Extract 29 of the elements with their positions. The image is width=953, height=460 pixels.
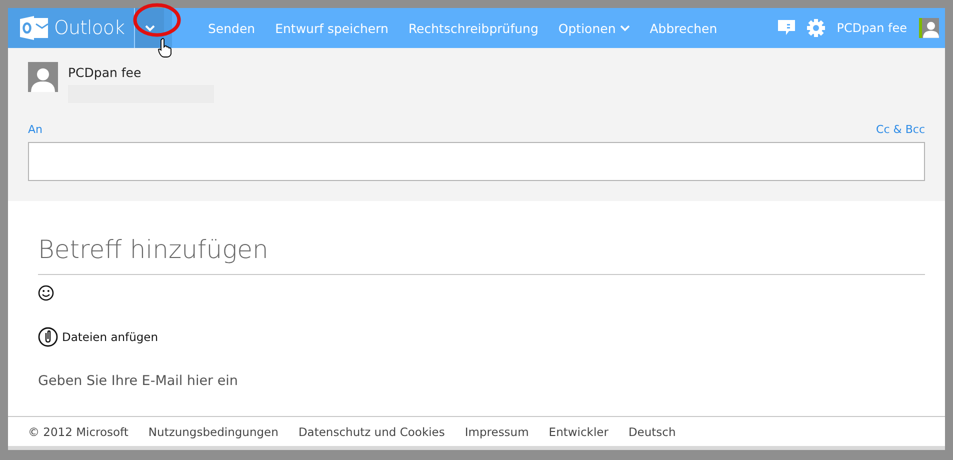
app-name: Outlook (54, 17, 124, 39)
person-icon (922, 21, 938, 38)
settings-icon[interactable] (806, 19, 825, 37)
to-field[interactable] (28, 142, 925, 181)
user-avatar[interactable] (919, 18, 939, 38)
footer-link[interactable]: © 2012 Microsoft (28, 424, 128, 438)
footer-link[interactable]: Nutzungsbedingungen (148, 424, 278, 438)
toolbar-button[interactable]: Entwurf speichern (265, 20, 398, 36)
person-icon (31, 66, 55, 92)
footer-link[interactable]: Datenschutz und Cookies (298, 424, 445, 438)
to-label[interactable]: An (28, 123, 42, 136)
footer-link[interactable]: Entwickler (548, 424, 608, 438)
toolbar-button[interactable]: Abbrechen (640, 20, 728, 36)
emoji-icon[interactable] (38, 285, 54, 301)
dropdown-menu-button[interactable]: Optionen (548, 20, 640, 36)
sender-name: PCDpan fee (68, 65, 142, 80)
paperclip-icon (38, 327, 58, 347)
footer-link[interactable]: Deutsch (628, 424, 676, 438)
footer-link[interactable]: Impressum (464, 424, 529, 438)
chat-icon[interactable] (778, 20, 795, 36)
toolbar-button[interactable]: Rechtschreibprüfung (398, 20, 548, 36)
toolbar-button[interactable]: Senden (198, 20, 266, 36)
chevron-icon (144, 24, 156, 32)
attach-files-button[interactable]: Dateien anfügen (38, 327, 925, 347)
cc-bcc-link[interactable]: Cc & Bcc (876, 123, 925, 136)
user-name[interactable]: PCDpan fee (836, 21, 907, 35)
chevron-icon (620, 24, 630, 32)
highlight-ellipse (132, 2, 182, 38)
logo-icon (20, 16, 48, 40)
